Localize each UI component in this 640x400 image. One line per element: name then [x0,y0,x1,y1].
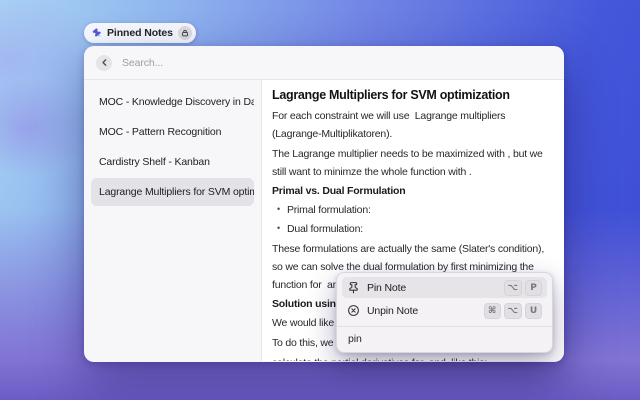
menu-item-label: Pin Note [367,281,407,294]
pin-icon [349,282,358,294]
lock-icon [181,29,188,37]
note-paragraph: calculate the partial derivatives for an… [272,354,554,361]
list-item-cardistry-shelf[interactable]: Cardistry Shelf - Kanban [91,148,254,176]
note-paragraph: For each constraint we will use Lagrange… [272,110,506,140]
list-item: Primal formulation: [272,201,554,220]
pill-label: Pinned Notes [107,27,173,39]
menu-item-pin-note[interactable]: Pin Note ⌥ P [342,277,547,298]
menu-item-unpin-note[interactable]: Unpin Note ⌘ ⌥ U [342,300,547,321]
circle-x-icon [348,305,359,316]
key-u: U [525,302,542,319]
shortcut-keys: ⌘ ⌥ U [483,302,542,319]
note-paragraph: The Lagrange multiplier needs to be maxi… [272,148,543,178]
chevron-left-icon [101,59,106,66]
note-heading-primal-dual: Primal vs. Dual Formulation [272,185,406,197]
key-p: P [525,279,542,296]
command-filter-input[interactable]: pin [337,327,552,352]
note-title: Lagrange Multipliers for SVM optimizatio… [272,88,510,102]
pin-icon [92,28,101,37]
notes-list: MOC - Knowledge Discovery in Dat... MOC … [84,80,262,361]
key-option: ⌥ [503,279,522,296]
list-item-moc-pattern-recognition[interactable]: MOC - Pattern Recognition [91,118,254,146]
key-command: ⌘ [483,302,501,319]
lock-button[interactable] [177,26,192,40]
note-bullet-list: Primal formulation: Dual formulation: [272,201,554,238]
pinned-notes-pill[interactable]: Pinned Notes [84,23,196,43]
back-button[interactable] [96,54,112,71]
list-item: Dual formulation: [272,220,554,239]
pin-command-menu: Pin Note ⌥ P Unpin Note ⌘ ⌥ U pin [336,272,553,353]
menu-item-label: Unpin Note [367,304,419,317]
list-item-lagrange-multipliers[interactable]: Lagrange Multipliers for SVM optim... [91,178,254,206]
search-bar: Search... [84,46,564,80]
list-item-moc-knowledge-discovery[interactable]: MOC - Knowledge Discovery in Dat... [91,88,254,116]
shortcut-keys: ⌥ P [503,279,542,296]
key-option: ⌥ [503,302,522,319]
search-input[interactable]: Search... [122,57,163,69]
